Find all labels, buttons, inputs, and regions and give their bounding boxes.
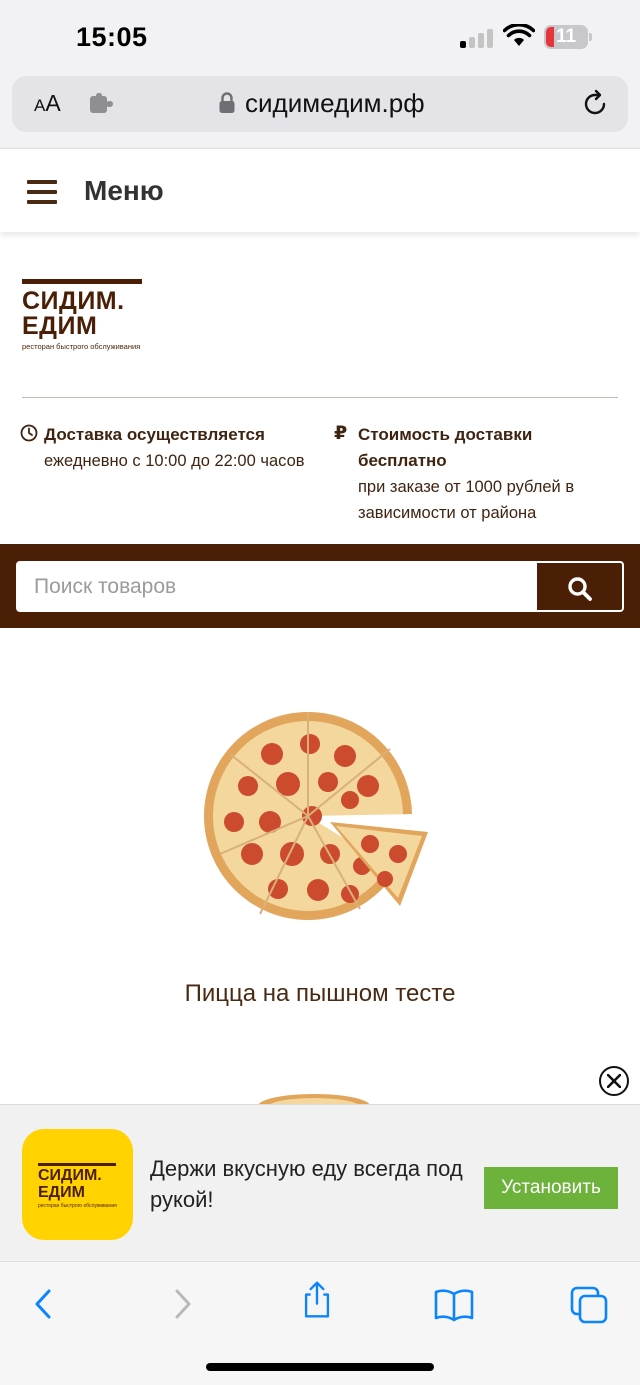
search-button[interactable] xyxy=(537,561,624,612)
search-icon xyxy=(568,577,592,601)
logo-line1: СИДИМ. xyxy=(22,287,125,315)
logo-line2: ЕДИМ xyxy=(22,312,98,340)
lock-icon xyxy=(219,92,235,113)
cellular-signal-icon xyxy=(460,28,494,48)
price-title: Стоимость доставки бесплатно xyxy=(358,425,533,470)
app-icon[interactable]: СИДИМ. ЕДИМ ресторан быстрого обслуживан… xyxy=(22,1129,133,1240)
address-bar[interactable]: AA сидимедим.рф xyxy=(12,76,628,132)
bookmarks-icon[interactable] xyxy=(432,1284,476,1324)
status-time: 15:05 xyxy=(76,22,148,52)
battery-level: 11 xyxy=(555,26,577,47)
close-banner-button[interactable] xyxy=(599,1066,629,1096)
search-input[interactable] xyxy=(16,561,537,612)
site-header: Меню xyxy=(0,148,640,232)
app-icon-line1: СИДИМ. xyxy=(38,1167,102,1184)
back-icon[interactable] xyxy=(22,1284,66,1324)
wifi-icon xyxy=(503,24,535,46)
logo-bar xyxy=(22,279,142,284)
browser-address-area: AA сидимедим.рф xyxy=(0,76,640,148)
app-icon-line2: ЕДИМ xyxy=(38,1184,85,1201)
app-install-banner: СИДИМ. ЕДИМ ресторан быстрого обслуживан… xyxy=(0,1104,640,1261)
install-button[interactable]: Установить xyxy=(484,1167,618,1209)
delivery-text: ежедневно с 10:00 до 22:00 часов xyxy=(44,452,305,470)
delivery-info: Доставка осуществляется ежедневно с 10:0… xyxy=(20,422,320,474)
product-title[interactable]: Пицца на пышном тесте xyxy=(0,980,640,1008)
search-band xyxy=(0,544,640,628)
banner-text: Держи вкусную еду всегда под рукой! xyxy=(150,1156,463,1212)
delivery-title: Доставка осуществляется xyxy=(44,425,265,444)
divider xyxy=(22,397,618,398)
battery-nub xyxy=(589,33,592,41)
app-icon-tagline: ресторан быстрого обслуживания xyxy=(38,1203,117,1209)
share-icon[interactable] xyxy=(295,1280,339,1320)
menu-label[interactable]: Меню xyxy=(84,175,164,207)
price-text: при заказе от 1000 рублей в зависимости … xyxy=(358,478,575,522)
pizza-image[interactable] xyxy=(200,704,450,928)
text-size-button[interactable]: AA xyxy=(34,90,61,117)
hamburger-icon[interactable] xyxy=(27,180,57,204)
browser-toolbar xyxy=(0,1261,640,1385)
battery-icon: 11 xyxy=(544,25,588,49)
logo-tagline: ресторан быстрого обслуживания xyxy=(22,342,141,351)
site-logo[interactable]: СИДИМ. ЕДИМ ресторан быстрого обслуживан… xyxy=(22,279,146,351)
puzzle-icon[interactable] xyxy=(90,93,114,115)
close-icon xyxy=(607,1074,621,1088)
clock-icon xyxy=(20,424,38,442)
forward-icon[interactable] xyxy=(160,1284,204,1324)
tabs-icon[interactable] xyxy=(568,1284,612,1324)
status-bar: 15:05 11 xyxy=(0,0,640,76)
home-indicator xyxy=(206,1363,434,1371)
ruble-icon: ₽ xyxy=(334,423,348,444)
price-info: ₽ Стоимость доставки бесплатно при заказ… xyxy=(334,422,624,526)
reload-icon[interactable] xyxy=(580,89,610,119)
url-text[interactable]: сидимедим.рф xyxy=(245,88,425,119)
